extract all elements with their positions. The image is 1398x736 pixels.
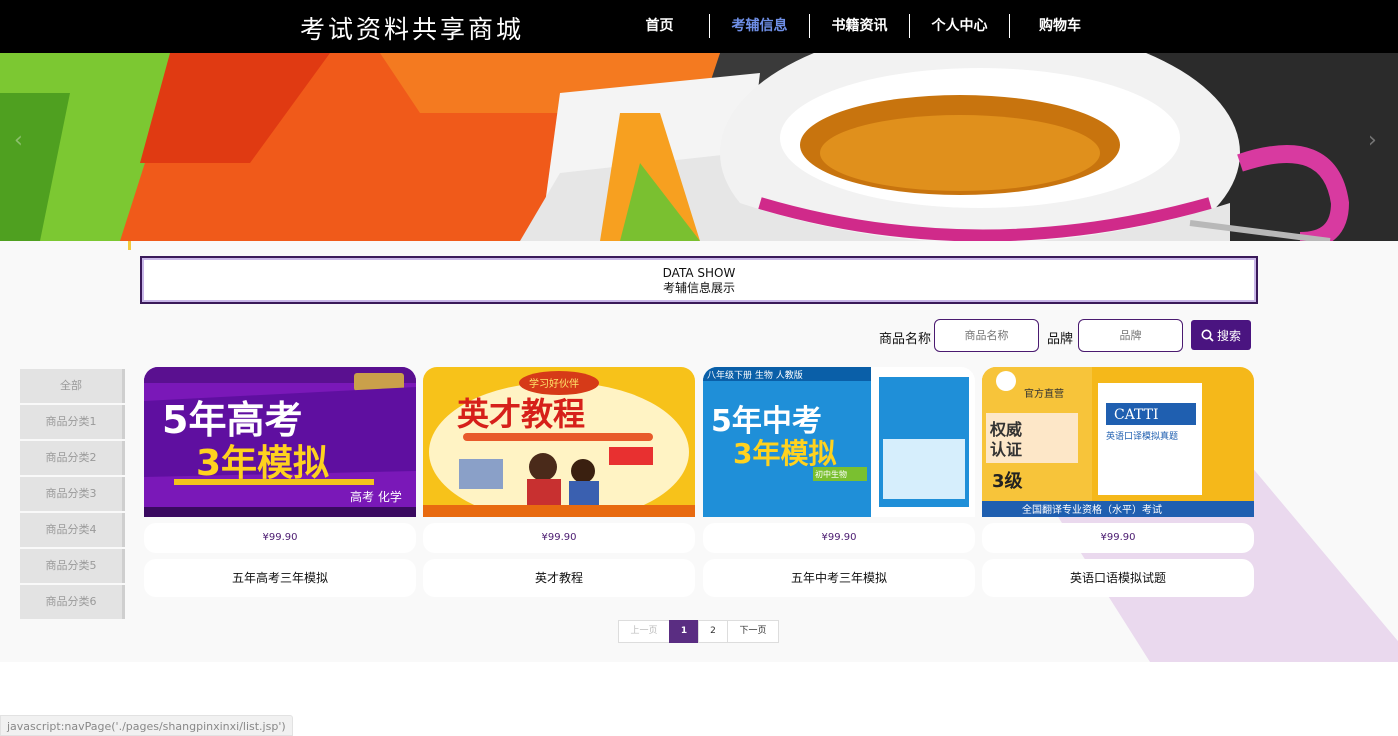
cover-brand: CATTI <box>1114 407 1159 423</box>
cover-top-text: 八年级下册 生物 人教版 <box>707 369 803 381</box>
nav-item-exam-info[interactable]: 考辅信息 <box>710 14 810 38</box>
product-card[interactable]: 官方直营 权威 认证 3级 CATTI 英语口译模拟真题 全国翻译专业资格（水平… <box>982 367 1254 597</box>
banner-next-arrow[interactable]: › <box>1368 128 1377 153</box>
banner-image <box>0 53 1398 241</box>
cover-bottom-text: 全国翻译专业资格（水平）考试 <box>1022 503 1162 516</box>
search-bar: 商品名称 品牌 搜索 <box>0 319 1398 353</box>
product-cover-image[interactable]: 八年级下册 生物 人教版 5年中考 3年模拟 初中生物 <box>703 367 975 517</box>
main-content: DATA SHOW 考辅信息展示 商品名称 品牌 搜索 全部 商品分类1 商品分… <box>0 241 1398 662</box>
next-page-button[interactable]: 下一页 <box>727 620 779 643</box>
cover-title-line2: 3年模拟 <box>196 443 329 484</box>
product-card[interactable]: 八年级下册 生物 人教版 5年中考 3年模拟 初中生物 ¥99.90 五年中考三… <box>703 367 975 597</box>
nav-item-user-center[interactable]: 个人中心 <box>910 14 1010 38</box>
cover-title-line1: 权威 <box>989 420 1022 439</box>
cover-title-line2: 认证 <box>990 440 1022 459</box>
category-item-2[interactable]: 商品分类2 <box>20 441 125 475</box>
product-name-input[interactable] <box>934 319 1039 352</box>
cover-top-text: 学习好伙伴 <box>529 377 579 390</box>
nav-item-home[interactable]: 首页 <box>610 14 710 38</box>
cover-title-line2: 3年模拟 <box>733 437 836 470</box>
cover-subject: 高考 化学 <box>350 489 402 504</box>
nav-item-cart[interactable]: 购物车 <box>1010 14 1110 38</box>
cover-level: 3级 <box>992 470 1024 492</box>
cover-title-line1: 5年高考 <box>162 398 302 442</box>
product-name[interactable]: 五年高考三年模拟 <box>144 559 416 597</box>
category-item-4[interactable]: 商品分类4 <box>20 513 125 547</box>
pagination: 上一页 1 2 下一页 <box>618 620 779 643</box>
product-price: ¥99.90 <box>144 523 416 553</box>
product-price: ¥99.90 <box>703 523 975 553</box>
search-button-label: 搜索 <box>1216 328 1241 343</box>
cover-title-line1: 5年中考 <box>711 404 822 439</box>
product-name[interactable]: 英语口语模拟试题 <box>982 559 1254 597</box>
section-title-en: DATA SHOW <box>662 266 736 280</box>
category-item-6[interactable]: 商品分类6 <box>20 585 125 619</box>
page-1-button[interactable]: 1 <box>669 620 699 643</box>
prev-page-button[interactable]: 上一页 <box>618 620 670 643</box>
product-card[interactable]: 5年高考 3年模拟 高考 化学 ¥99.90 五年高考三年模拟 <box>144 367 416 597</box>
page-2-button[interactable]: 2 <box>698 620 728 643</box>
section-title-box: DATA SHOW 考辅信息展示 <box>140 256 1258 304</box>
product-name[interactable]: 英才教程 <box>423 559 695 597</box>
cover-subject: 英语口译模拟真题 <box>1106 430 1178 442</box>
section-title-cn: 考辅信息展示 <box>662 281 735 295</box>
product-cover-image[interactable]: 5年高考 3年模拟 高考 化学 <box>144 367 416 517</box>
cover-title-line1: 英才教程 <box>457 395 585 433</box>
product-name-label: 商品名称 <box>879 332 932 347</box>
category-item-5[interactable]: 商品分类5 <box>20 549 125 583</box>
cover-top-text: 官方直营 <box>1024 387 1064 400</box>
main-nav: 首页 考辅信息 书籍资讯 个人中心 购物车 <box>610 14 1110 38</box>
brand-label: 品牌 <box>1047 332 1074 347</box>
product-name[interactable]: 五年中考三年模拟 <box>703 559 975 597</box>
product-card[interactable]: 学习好伙伴 英才教程 ¥99.90 英才教程 <box>423 367 695 597</box>
brand-input[interactable] <box>1078 319 1183 352</box>
search-button[interactable]: 搜索 <box>1191 320 1251 350</box>
category-item-1[interactable]: 商品分类1 <box>20 405 125 439</box>
banner-carousel[interactable]: ‹ › <box>0 53 1398 241</box>
product-cover-image[interactable]: 学习好伙伴 英才教程 <box>423 367 695 517</box>
category-sidebar: 全部 商品分类1 商品分类2 商品分类3 商品分类4 商品分类5 商品分类6 <box>20 369 125 621</box>
product-price: ¥99.90 <box>423 523 695 553</box>
banner-prev-arrow[interactable]: ‹ <box>14 128 23 153</box>
cover-subject: 初中生物 <box>815 469 847 479</box>
top-navigation-bar: 考试资料共享商城 首页 考辅信息 书籍资讯 个人中心 购物车 <box>0 0 1398 53</box>
search-icon <box>1201 329 1214 342</box>
site-title[interactable]: 考试资料共享商城 <box>300 10 524 46</box>
browser-status-bar: javascript:navPage('./pages/shangpinxinx… <box>0 715 293 736</box>
product-cover-image[interactable]: 官方直营 权威 认证 3级 CATTI 英语口译模拟真题 全国翻译专业资格（水平… <box>982 367 1254 517</box>
category-item-3[interactable]: 商品分类3 <box>20 477 125 511</box>
nav-item-book-news[interactable]: 书籍资讯 <box>810 14 910 38</box>
product-price: ¥99.90 <box>982 523 1254 553</box>
category-item-all[interactable]: 全部 <box>20 369 125 403</box>
